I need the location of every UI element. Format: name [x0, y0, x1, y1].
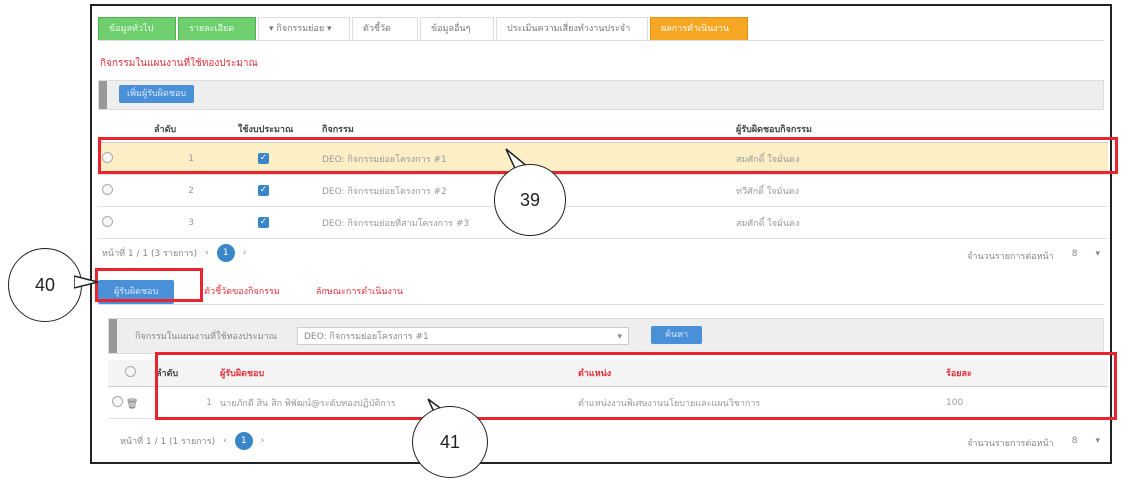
tab-risk-assessment[interactable]: ประเมินความเสี่ยงทำงานประจำ	[496, 17, 648, 40]
checkbox-checked-icon[interactable]: ✓	[258, 153, 269, 164]
page-size-label: จำนวนรายการต่อหน้า	[967, 252, 1054, 262]
header-person: ผู้รับผิดชอบ	[216, 360, 574, 387]
activities-table: ลำดับ ใช้งบประมาณ กิจกรรม ผู้รับผิดชอบกิ…	[98, 116, 1108, 239]
owners-table: ลำดับ ผู้รับผิดชอบ ตำแหน่ง ร้อยละ 🗑 1 นา…	[108, 360, 1108, 419]
tab-indicators[interactable]: ตัวชี้วัด	[352, 17, 418, 40]
row-percent: 100	[942, 386, 1108, 419]
edit-icon[interactable]	[112, 395, 123, 407]
table-row[interactable]: 🗑 1 นายภักดี สิน สิก พิพัฒน์@ระดับทองปฏิ…	[108, 386, 1108, 419]
activity-select-value: DEO: กิจกรรมย่อยโครงการ #1	[304, 332, 429, 342]
pager-next-button[interactable]: ›	[261, 436, 265, 446]
header-use-budget: ใช้งบประมาณ	[234, 116, 318, 143]
table-row[interactable]: 2 ✓ DEO: กิจกรรมย่อยโครงการ #2 ทวีศักดิ์…	[98, 174, 1108, 207]
subtab-indicators[interactable]: ตัวชี้วัดของกิจกรรม	[198, 280, 286, 304]
row-radio[interactable]	[102, 183, 113, 195]
main-tabbar: ข้อมูลทั่วไป รายละเอียด ▾ กิจกรรมย่อย ▾ …	[98, 14, 750, 40]
page-size-control: จำนวนรายการต่อหน้า 8 ▾	[967, 249, 1100, 263]
add-owner-button[interactable]: เพิ่มผู้รับผิดชอบ	[119, 85, 195, 103]
toolbar-grip	[99, 81, 107, 109]
trash-icon[interactable]: 🗑	[126, 399, 139, 410]
search-button[interactable]: ค้นหา	[651, 326, 703, 344]
owners-pager: หน้าที่ 1 / 1 (1 รายการ) ‹ 1 ›	[120, 432, 264, 450]
header-percent: ร้อยละ	[942, 360, 1108, 387]
table-header-row: ลำดับ ใช้งบประมาณ กิจกรรม ผู้รับผิดชอบกิ…	[98, 116, 1108, 143]
row-number: 1	[150, 142, 234, 175]
owner-toolbar: กิจกรรมในแผนงานที่ใช้ทองประมาณ DEO: กิจก…	[108, 318, 1104, 354]
toolbar-grip	[109, 319, 117, 353]
subtab-operation-type[interactable]: ลักษณะการดำเนินงาน	[310, 280, 409, 304]
pager-next-button[interactable]: ›	[243, 248, 247, 258]
table-row[interactable]: 1 ✓ DEO: กิจกรรมย่อยโครงการ #1 สมศักดิ์ …	[98, 142, 1108, 175]
table-row[interactable]: 3 ✓ DEO: กิจกรรมย่อยที่สามโครงการ #3 สมศ…	[98, 206, 1108, 239]
checkbox-checked-icon[interactable]: ✓	[258, 185, 269, 196]
header-no: ลำดับ	[150, 116, 234, 143]
pager-current-page[interactable]: 1	[234, 432, 253, 450]
pager-info: หน้าที่ 1 / 1 (3 รายการ)	[102, 249, 198, 259]
chevron-down-icon[interactable]: ▾	[1095, 249, 1100, 263]
callout-40-pointer	[74, 275, 99, 289]
select-all-radio[interactable]	[124, 366, 136, 377]
tab-results[interactable]: ผลการดำเนินงาน	[650, 17, 748, 40]
table-header-row: ลำดับ ผู้รับผิดชอบ ตำแหน่ง ร้อยละ	[108, 360, 1108, 387]
row-number: 3	[150, 206, 234, 239]
tab-details[interactable]: รายละเอียด	[178, 17, 256, 40]
tabbar-divider	[98, 40, 1104, 41]
row-person: นายภักดี สิน สิก พิพัฒน์@ระดับทองปฏิบัติ…	[216, 386, 574, 419]
section-title: กิจกรรมในแผนงานที่ใช้ทองประมาณ	[100, 58, 258, 69]
chevron-down-icon[interactable]: ▾	[1095, 436, 1100, 450]
tab-other-info[interactable]: ข้อมูลอื่นๆ	[420, 17, 494, 40]
header-no: ลำดับ	[152, 360, 216, 387]
row-number: 1	[152, 386, 216, 419]
row-number: 2	[150, 174, 234, 207]
pager-prev-button[interactable]: ‹	[205, 248, 209, 258]
checkbox-checked-icon[interactable]: ✓	[258, 217, 269, 228]
callout-41: 41	[412, 406, 488, 478]
pager-current-page[interactable]: 1	[216, 244, 235, 262]
page-size-value[interactable]: 8	[1072, 436, 1078, 450]
row-owner: สมศักดิ์ ใจมั่นคง	[732, 142, 1108, 175]
row-owner: ทวีศักดิ์ ใจมั่นคง	[732, 174, 1108, 207]
pager-prev-button[interactable]: ‹	[223, 436, 227, 446]
header-activity: กิจกรรม	[318, 116, 732, 143]
subtabs-divider	[98, 304, 1104, 305]
page-size-value[interactable]: 8	[1072, 249, 1078, 263]
header-owner: ผู้รับผิดชอบกิจกรรม	[732, 116, 1108, 143]
chevron-down-icon: ▾	[617, 332, 622, 342]
header-position: ตำแหน่ง	[574, 360, 942, 387]
page-size-control: จำนวนรายการต่อหน้า 8 ▾	[967, 436, 1100, 450]
tab-general[interactable]: ข้อมูลทั่วไป	[98, 17, 176, 40]
page-size-label: จำนวนรายการต่อหน้า	[967, 439, 1054, 449]
row-owner: สมศักดิ์ ใจมั่นคง	[732, 206, 1108, 239]
app-window: ข้อมูลทั่วไป รายละเอียด ▾ กิจกรรมย่อย ▾ …	[90, 4, 1112, 464]
row-position: ตำแหน่งงานพิเศษงานนโยบายและแผนวิชาการ	[574, 386, 942, 419]
callout-39: 39	[494, 164, 566, 236]
row-radio[interactable]	[102, 151, 113, 163]
activity-select[interactable]: DEO: กิจกรรมย่อยโครงการ #1 ▾	[297, 327, 629, 345]
callout-40: 40	[8, 248, 82, 322]
pager-info: หน้าที่ 1 / 1 (1 รายการ)	[120, 437, 216, 447]
row-radio[interactable]	[102, 215, 113, 227]
activity-select-label: กิจกรรมในแผนงานที่ใช้ทองประมาณ	[135, 332, 278, 342]
detail-subtabs: ผู้รับผิดชอบ ตัวชี้วัดของกิจกรรม ลักษณะก…	[98, 276, 409, 304]
subtab-owner[interactable]: ผู้รับผิดชอบ	[98, 280, 175, 304]
activity-toolbar: เพิ่มผู้รับผิดชอบ	[98, 80, 1104, 110]
activities-pager: หน้าที่ 1 / 1 (3 รายการ) ‹ 1 ›	[102, 244, 246, 262]
tab-subactivities[interactable]: ▾ กิจกรรมย่อย ▾	[258, 17, 350, 40]
